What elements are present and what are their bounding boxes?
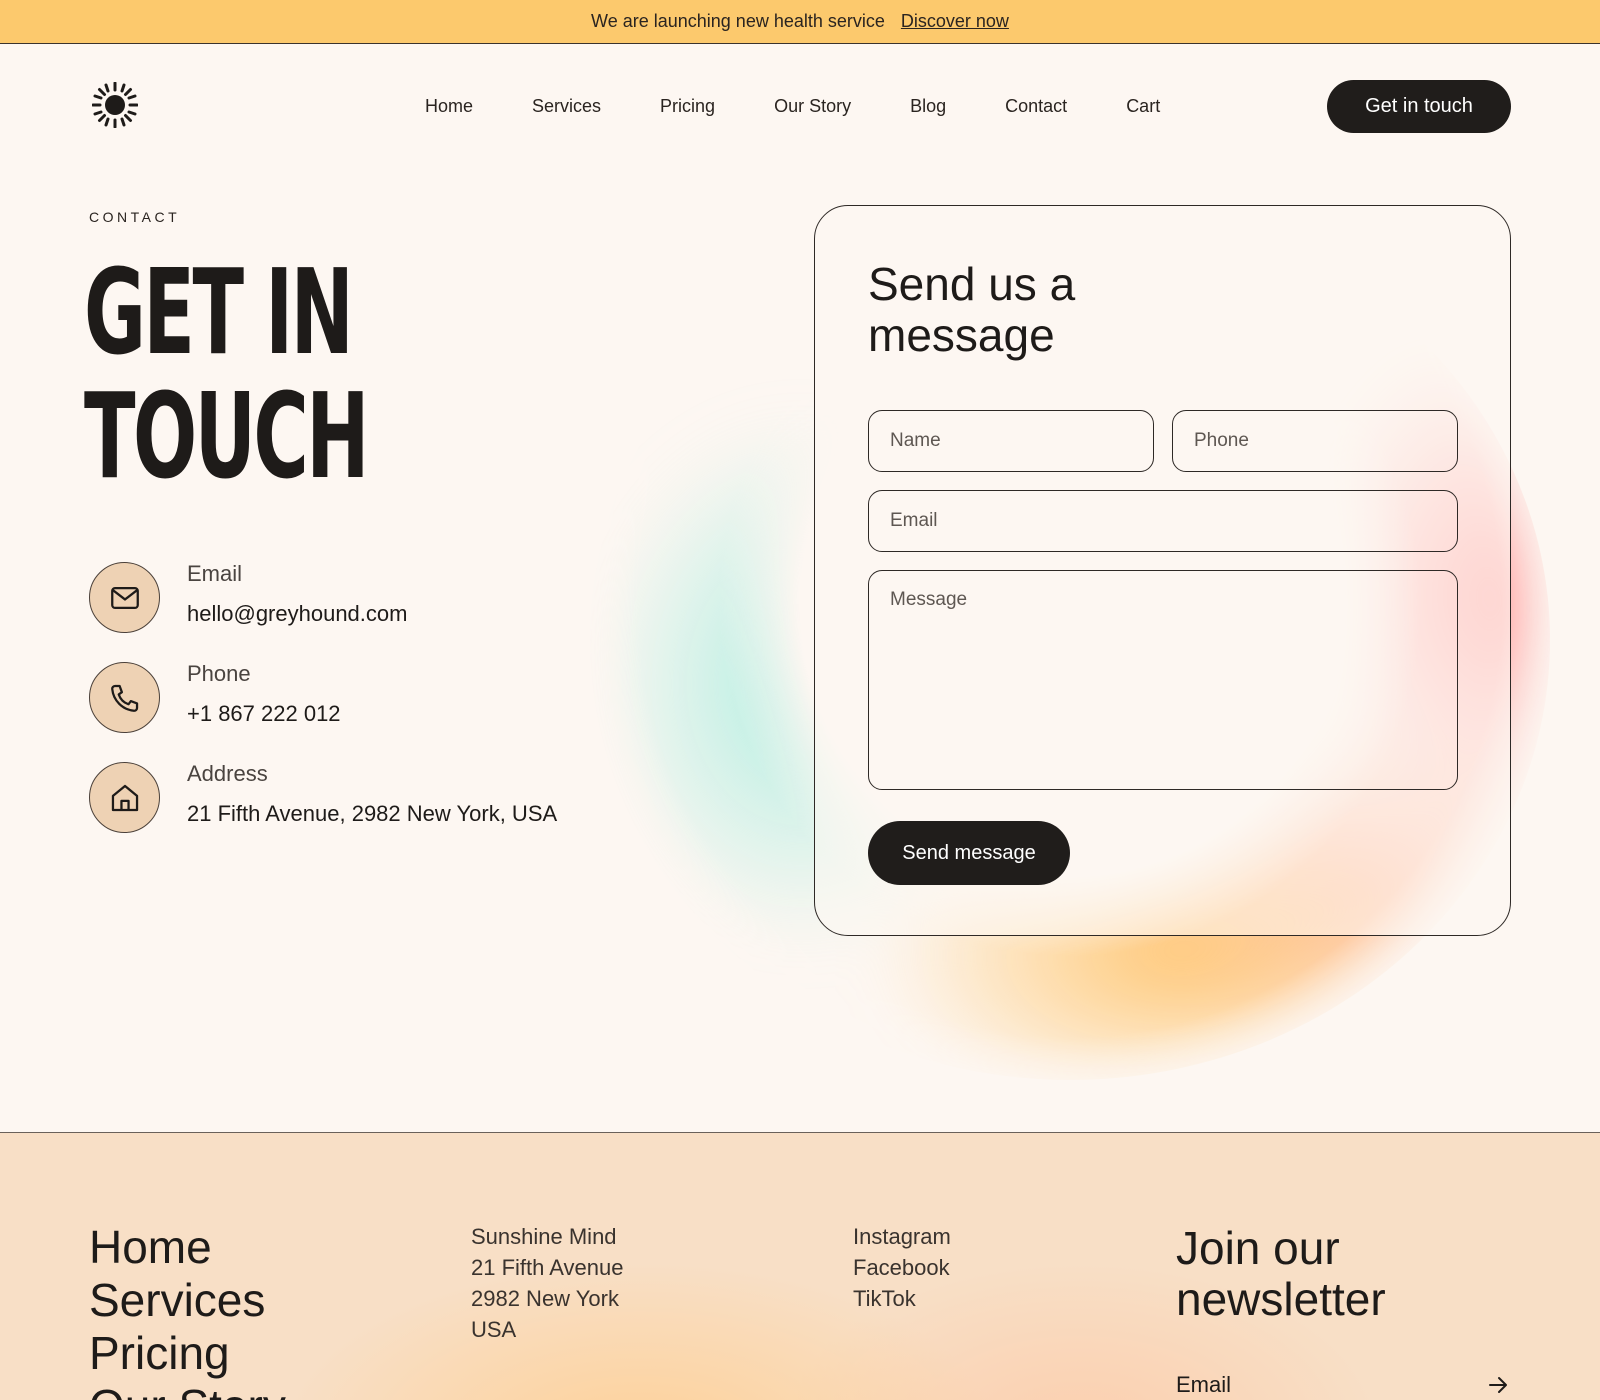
phone-icon xyxy=(89,662,160,733)
get-in-touch-button[interactable]: Get in touch xyxy=(1327,80,1511,133)
newsletter-email-input[interactable] xyxy=(1176,1365,1476,1400)
footer: Home Services Pricing Our Story Sunshine… xyxy=(0,1132,1600,1400)
sun-logo-icon[interactable] xyxy=(92,82,138,128)
contact-email: Email hello@greyhound.com xyxy=(89,561,557,662)
footer-nav-services[interactable]: Services xyxy=(89,1274,286,1327)
footer-address-line: USA xyxy=(471,1317,517,1342)
footer-nav: Home Services Pricing Our Story xyxy=(89,1221,286,1400)
contact-email-label: Email xyxy=(187,561,243,586)
contact-info-list: Email hello@greyhound.com Phone +1 867 2… xyxy=(89,561,558,862)
footer-address: Sunshine Mind 21 Fifth Avenue 2982 New Y… xyxy=(471,1221,624,1345)
name-input[interactable] xyxy=(868,410,1154,472)
announcement-text: We are launching new health service xyxy=(591,11,885,31)
contact-address-value: 21 Fifth Avenue, 2982 New York, USA xyxy=(187,801,558,826)
page-title-line-2: TOUCH xyxy=(84,367,369,505)
nav-services[interactable]: Services xyxy=(532,96,601,117)
footer-address-line: 2982 New York xyxy=(471,1286,619,1311)
nav-cart[interactable]: Cart xyxy=(1126,96,1160,117)
contact-phone-label: Phone xyxy=(187,661,251,686)
contact-phone: Phone +1 867 222 012 xyxy=(89,661,557,762)
section-eyebrow: CONTACT xyxy=(89,209,181,225)
discover-now-link[interactable]: Discover now xyxy=(901,11,1009,32)
message-textarea[interactable] xyxy=(868,570,1458,790)
contact-form: Send us a message Send message xyxy=(814,205,1511,936)
phone-input[interactable] xyxy=(1172,410,1458,472)
footer-social: Instagram Facebook TikTok xyxy=(853,1221,951,1314)
nav-contact[interactable]: Contact xyxy=(1005,96,1067,117)
footer-nav-pricing[interactable]: Pricing xyxy=(89,1327,286,1380)
contact-address-label: Address xyxy=(187,761,268,786)
instagram-link[interactable]: Instagram xyxy=(853,1221,951,1252)
tiktok-link[interactable]: TikTok xyxy=(853,1283,951,1314)
page-title: GET IN TOUCH xyxy=(84,250,442,498)
nav-pricing[interactable]: Pricing xyxy=(660,96,715,117)
main-nav: Home Services Pricing Our Story Blog Con… xyxy=(0,44,1600,168)
footer-address-line: 21 Fifth Avenue xyxy=(471,1255,624,1280)
footer-nav-our-story[interactable]: Our Story xyxy=(89,1380,286,1400)
form-title: Send us a message xyxy=(868,258,1076,361)
email-input[interactable] xyxy=(868,490,1458,552)
home-icon xyxy=(89,762,160,833)
newsletter-title: Join our newsletter xyxy=(1176,1222,1386,1325)
footer-address-line: Sunshine Mind xyxy=(471,1224,617,1249)
contact-email-value[interactable]: hello@greyhound.com xyxy=(187,599,407,629)
send-message-button[interactable]: Send message xyxy=(868,821,1070,885)
nav-blog[interactable]: Blog xyxy=(910,96,946,117)
nav-home[interactable]: Home xyxy=(425,96,473,117)
contact-phone-value[interactable]: +1 867 222 012 xyxy=(187,699,341,729)
mail-icon xyxy=(89,562,160,633)
announcement-bar: We are launching new health service Disc… xyxy=(0,0,1600,44)
arrow-right-icon[interactable] xyxy=(1486,1373,1510,1397)
footer-nav-home[interactable]: Home xyxy=(89,1221,286,1274)
facebook-link[interactable]: Facebook xyxy=(853,1252,951,1283)
page-title-line-1: GET IN xyxy=(84,243,354,381)
nav-our-story[interactable]: Our Story xyxy=(774,96,851,117)
contact-address: Address 21 Fifth Avenue, 2982 New York, … xyxy=(89,761,558,862)
nav-links: Home Services Pricing Our Story Blog Con… xyxy=(425,44,1219,168)
